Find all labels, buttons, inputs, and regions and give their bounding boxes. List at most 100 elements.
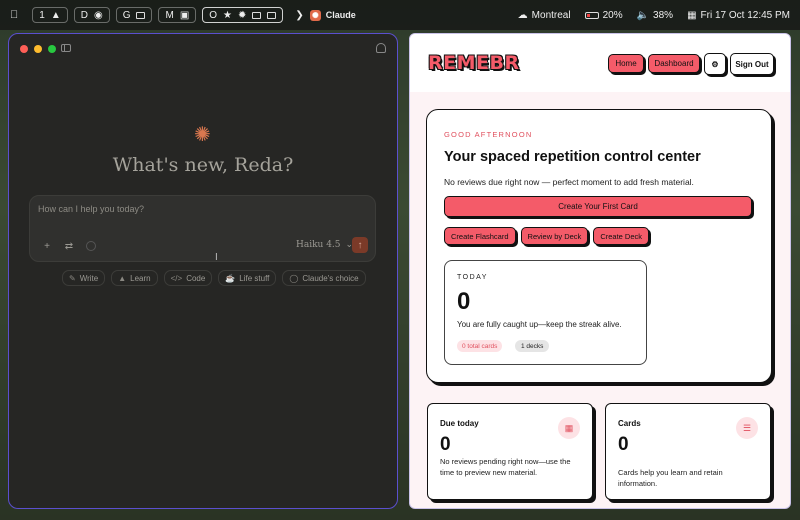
window-icon xyxy=(136,11,146,19)
speaker-icon: 🔈 xyxy=(636,9,650,21)
chip-life-stuff[interactable]: ☕ Life stuff xyxy=(218,270,277,286)
app-logo[interactable]: REMEBR xyxy=(428,52,520,74)
calendar-icon: ▦ xyxy=(687,9,697,21)
decks-badge: 1 decks xyxy=(515,340,550,352)
calendar-icon: ▦ xyxy=(558,417,580,439)
clock-icon[interactable] xyxy=(86,241,96,251)
clock-status[interactable]: ▦ Fri 17 Oct 12:45 PM xyxy=(687,10,790,21)
star-icon: ★ xyxy=(214,9,232,21)
menu-bar:  1 ▲ D ◉ G M ▣ O ★ ✹ ❯ ✺ Claude ☁Montre xyxy=(0,0,800,30)
discord-icon: ◉ xyxy=(85,9,103,21)
create-first-card-button[interactable]: Create Your First Card xyxy=(444,196,752,217)
chip-label: Claude's choice xyxy=(302,273,359,283)
today-count: 0 xyxy=(457,288,471,315)
list-icon: ☰ xyxy=(736,417,758,439)
weather-status[interactable]: ☁ Montreal xyxy=(518,10,571,21)
zoom-button[interactable] xyxy=(48,45,56,53)
tools-sliders-icon[interactable]: ⇄ xyxy=(61,238,77,254)
sign-out-button[interactable]: Sign Out xyxy=(730,53,774,75)
claude-spark-icon: ✺ xyxy=(194,124,211,146)
chip-learn[interactable]: ▲ Learn xyxy=(111,270,158,286)
workspace-label: M xyxy=(157,9,173,21)
workspace-label: 1 xyxy=(39,10,45,21)
create-deck-button[interactable]: Create Deck xyxy=(593,227,649,245)
sidebar-toggle-icon[interactable] xyxy=(61,44,71,52)
workspace-g[interactable]: G xyxy=(115,7,153,23)
gear-icon: ⚙ xyxy=(711,59,719,69)
apple-icon[interactable]:  xyxy=(10,9,18,21)
window-icon xyxy=(252,11,262,19)
greeting-title: What's new, Reda? xyxy=(112,154,294,176)
battery-icon xyxy=(584,11,599,19)
add-attachment-icon[interactable]: + xyxy=(39,238,55,254)
chevron-right-icon: ❯ xyxy=(287,9,303,21)
volume-status[interactable]: 🔈 38% xyxy=(637,10,673,21)
workspace-1[interactable]: 1 ▲ xyxy=(32,7,68,23)
window-icon xyxy=(267,11,277,19)
today-message: You are fully caught up—keep the streak … xyxy=(457,320,622,329)
chip-code[interactable]: </> Code xyxy=(163,270,213,286)
model-selector[interactable]: Haiku 4.5 ⌄ xyxy=(296,240,353,250)
stat-count: 0 xyxy=(618,434,629,455)
greeting-eyebrow: GOOD AFTERNOON xyxy=(444,130,533,139)
active-app[interactable]: ✺ Claude xyxy=(309,9,356,21)
battery-label: 20% xyxy=(602,9,623,21)
dashboard-button[interactable]: Dashboard xyxy=(648,54,700,73)
code-icon: </> xyxy=(170,273,183,283)
minimize-button[interactable] xyxy=(34,45,42,53)
today-eyebrow: TODAY xyxy=(457,274,488,281)
chip-label: Learn xyxy=(130,273,151,283)
hero-title: Your spaced repetition control center xyxy=(444,149,701,165)
total-cards-badge: 0 total cards xyxy=(457,340,503,352)
claude-logo-icon: ✺ xyxy=(309,9,321,21)
coffee-icon: ☕ xyxy=(225,273,236,283)
chip-label: Write xyxy=(79,273,99,283)
lightbulb-icon: ◯ xyxy=(289,273,299,283)
quick-actions: Create Flashcard Review by Deck Create D… xyxy=(444,227,649,245)
stat-title: Cards xyxy=(618,419,641,428)
workspace-m[interactable]: M ▣ xyxy=(157,7,197,23)
stat-count: 0 xyxy=(440,434,451,455)
flame-icon: ▲ xyxy=(42,9,61,21)
close-button[interactable] xyxy=(20,45,28,53)
volume-label: 38% xyxy=(653,9,674,21)
home-button[interactable]: Home xyxy=(608,54,644,73)
chip-write[interactable]: ✎ Write xyxy=(62,270,106,286)
cards-card: Cards 0 Cards help you learn and retain … xyxy=(605,403,771,500)
workspace-label: G xyxy=(123,10,131,21)
workspace-o[interactable]: O ★ ✹ xyxy=(202,7,284,23)
battery-status[interactable]: 20% xyxy=(584,9,623,21)
today-card: TODAY 0 You are fully caught up—keep the… xyxy=(444,260,647,365)
workspace-label: D xyxy=(81,10,88,21)
stat-description: Cards help you learn and retain informat… xyxy=(618,468,723,488)
review-by-deck-button[interactable]: Review by Deck xyxy=(520,227,589,245)
arrow-up-icon: ↑ xyxy=(357,239,363,251)
remebr-window: REMEBR Home Dashboard ⚙ Sign Out GOOD AF… xyxy=(409,33,791,509)
stat-title: Due today xyxy=(440,419,479,428)
send-button[interactable]: ↑ xyxy=(352,237,368,253)
due-today-card: Due today 0 No reviews pending right now… xyxy=(427,403,593,500)
chip-claudes-choice[interactable]: ◯ Claude's choice xyxy=(282,270,366,286)
workspace-label: O xyxy=(209,10,217,21)
cloud-icon: ☁ xyxy=(517,9,528,21)
hero-subtitle: No reviews due right now — perfect momen… xyxy=(444,177,694,187)
text-cursor-icon: I xyxy=(215,252,218,263)
window-controls xyxy=(20,45,56,53)
app-header: REMEBR Home Dashboard ⚙ Sign Out xyxy=(410,34,790,92)
create-flashcard-button[interactable]: Create Flashcard xyxy=(444,227,516,245)
graduation-cap-icon: ▲ xyxy=(118,273,127,283)
workspace-d[interactable]: D ◉ xyxy=(73,7,110,23)
pencil-icon: ✎ xyxy=(69,273,76,283)
message-input[interactable] xyxy=(38,204,338,214)
suggestion-chips: ✎ Write ▲ Learn </> Code ☕ Life stuff ◯ Claud… xyxy=(62,270,366,286)
lock-icon: ▣ xyxy=(171,9,189,21)
asterisk-icon: ✹ xyxy=(229,9,246,21)
hero-card: GOOD AFTERNOON Your spaced repetition co… xyxy=(426,109,772,383)
message-composer: + ⇄ Haiku 4.5 ⌄ ↑ xyxy=(29,195,376,262)
top-nav: Home Dashboard ⚙ Sign Out xyxy=(608,53,774,75)
datetime-label: Fri 17 Oct 12:45 PM xyxy=(700,9,790,21)
model-label: Haiku 4.5 xyxy=(296,240,341,250)
incognito-icon[interactable] xyxy=(376,43,386,53)
workspace-group: 1 ▲ D ◉ G M ▣ O ★ ✹ xyxy=(26,6,289,24)
settings-button[interactable]: ⚙ xyxy=(704,53,726,75)
